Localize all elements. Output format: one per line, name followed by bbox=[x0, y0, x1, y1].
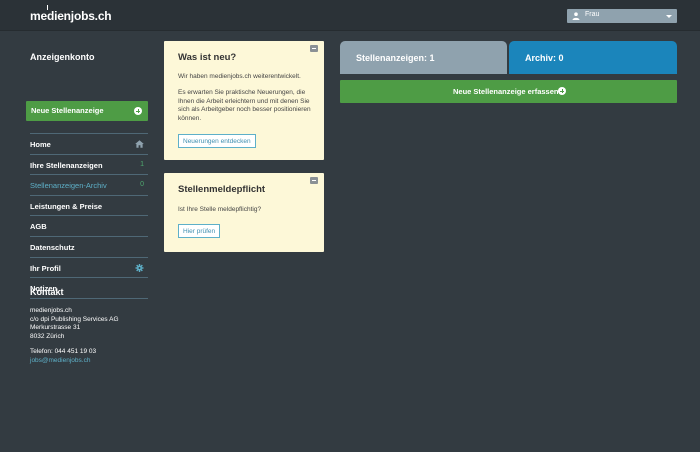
logo-text: medienjobs.ch bbox=[30, 9, 112, 23]
contact-company: medienjobs.ch bbox=[30, 307, 72, 314]
sidebar-item-label: Datenschutz bbox=[30, 242, 75, 252]
logo-tick bbox=[47, 5, 48, 10]
logo[interactable]: medienjobs.ch bbox=[30, 5, 112, 23]
tab-active-ads[interactable]: Stellenanzeigen: 1 bbox=[340, 41, 507, 74]
user-select[interactable]: Frau bbox=[567, 9, 677, 23]
meldepflicht-card-text: Ist Ihre Stelle meldepflichtig? bbox=[178, 206, 262, 213]
archive-count: 0 bbox=[140, 181, 144, 189]
sidebar-item-label: AGB bbox=[30, 222, 47, 232]
create-ad-button-label: Neue Stellenanzeige erfassen bbox=[453, 87, 559, 96]
new-ad-button-label: Neue Stellenanzeige bbox=[31, 106, 104, 115]
user-select-value: Frau bbox=[585, 11, 600, 18]
sidebar-item-label: Home bbox=[30, 140, 51, 149]
sidebar-title: Anzeigenkonto bbox=[30, 52, 95, 62]
ads-count: 1 bbox=[140, 160, 144, 168]
contact-street: Merkurstrasse 31 bbox=[30, 324, 81, 331]
minimize-icon[interactable] bbox=[310, 177, 318, 184]
gear-icon bbox=[135, 263, 144, 272]
meldepflicht-card-title: Stellenmeldepflicht bbox=[178, 184, 266, 195]
news-card-body: Es erwarten Sie praktische Neuerungen, d… bbox=[178, 89, 311, 122]
sidebar-item-archive[interactable]: Stellenanzeigen-Archiv 0 bbox=[30, 175, 148, 196]
contact-email-link[interactable]: jobs@medienjobs.ch bbox=[30, 357, 148, 366]
minimize-icon[interactable] bbox=[310, 45, 318, 52]
plus-circle-icon bbox=[558, 87, 566, 95]
sidebar-item-label: Ihre Stellenanzeigen bbox=[30, 160, 103, 170]
sidebar-item-label: Stellenanzeigen-Archiv bbox=[30, 181, 107, 191]
new-ad-button[interactable]: Neue Stellenanzeige bbox=[26, 101, 148, 121]
chevron-down-icon bbox=[666, 15, 672, 18]
tab-archive-label: Archiv: 0 bbox=[525, 53, 564, 63]
sidebar-item-label: Ihr Profil bbox=[30, 263, 61, 273]
check-here-button[interactable]: Hier prüfen bbox=[178, 224, 221, 238]
tab-active-ads-label: Stellenanzeigen: 1 bbox=[356, 53, 435, 63]
sidebar-item-ads[interactable]: Ihre Stellenanzeigen 1 bbox=[30, 155, 148, 176]
sidebar-item-agb[interactable]: AGB bbox=[30, 216, 148, 237]
contact-section: Kontakt medienjobs.ch c/o dpi Publishing… bbox=[30, 287, 148, 365]
home-icon bbox=[135, 140, 144, 148]
contact-city: 8032 Zürich bbox=[30, 332, 65, 340]
meldepflicht-card: Stellenmeldepflicht Ist Ihre Stelle meld… bbox=[164, 173, 324, 252]
news-card: Was ist neu? Wir haben medienjobs.ch wei… bbox=[164, 41, 324, 160]
contact-title: Kontakt bbox=[30, 287, 64, 297]
sidebar-item-home[interactable]: Home bbox=[30, 134, 148, 155]
create-ad-button[interactable]: Neue Stellenanzeige erfassen bbox=[340, 80, 677, 103]
discover-news-button[interactable]: Neuerungen entdecken bbox=[178, 134, 256, 148]
user-icon bbox=[572, 12, 580, 20]
news-card-title: Was ist neu? bbox=[178, 52, 237, 63]
contact-company-2: c/o dpi Publishing Services AG bbox=[30, 315, 119, 323]
sidebar-nav: Home Ihre Stellenanzeigen 1 Stellenanzei… bbox=[30, 133, 148, 299]
sidebar-item-profile[interactable]: Ihr Profil bbox=[30, 258, 148, 279]
sidebar-item-pricing[interactable]: Leistungen & Preise bbox=[30, 196, 148, 217]
sidebar-item-label: Leistungen & Preise bbox=[30, 201, 103, 211]
contact-phone: Telefon: 044 451 19 03 bbox=[30, 348, 97, 355]
news-card-intro: Wir haben medienjobs.ch weiterentwickelt… bbox=[178, 73, 301, 80]
plus-circle-icon bbox=[134, 107, 142, 115]
topbar: medienjobs.ch Frau bbox=[0, 0, 700, 31]
sidebar-item-privacy[interactable]: Datenschutz bbox=[30, 237, 148, 258]
tab-archive[interactable]: Archiv: 0 bbox=[509, 41, 677, 74]
